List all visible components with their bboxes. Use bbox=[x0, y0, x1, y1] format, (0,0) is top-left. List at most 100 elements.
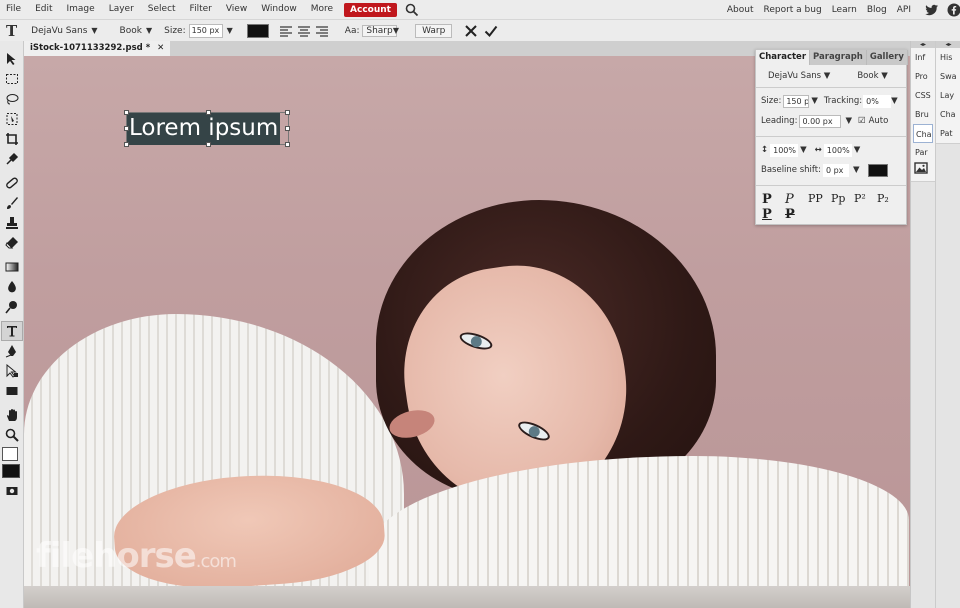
panel-channels[interactable]: Cha bbox=[936, 105, 960, 124]
about-link[interactable]: About bbox=[722, 5, 759, 15]
menu-layer[interactable]: Layer bbox=[102, 0, 141, 19]
brush-tool[interactable] bbox=[1, 193, 23, 213]
underline-button[interactable]: P bbox=[762, 207, 785, 222]
menu-window[interactable]: Window bbox=[254, 0, 304, 19]
cp-font-family-select[interactable]: DejaVu Sans ▼ bbox=[768, 71, 830, 81]
color-swatches[interactable] bbox=[1, 447, 23, 481]
background-color[interactable] bbox=[2, 464, 20, 478]
all-caps-button[interactable]: PP bbox=[808, 192, 831, 207]
faux-bold-button[interactable]: P bbox=[762, 192, 785, 207]
zoom-tool[interactable] bbox=[1, 425, 23, 445]
blur-tool[interactable] bbox=[1, 277, 23, 297]
twitter-icon[interactable] bbox=[920, 3, 938, 17]
panel-info[interactable]: Inf bbox=[911, 48, 935, 67]
panel-character[interactable]: Cha bbox=[913, 124, 933, 143]
text-color-swatch[interactable] bbox=[246, 23, 269, 38]
font-size-input[interactable]: 150 px bbox=[188, 23, 223, 38]
transform-handle[interactable] bbox=[124, 110, 129, 115]
superscript-button[interactable]: P² bbox=[854, 192, 877, 207]
cp-baseline-input[interactable]: 0 px bbox=[822, 163, 849, 177]
quick-mask-button[interactable] bbox=[1, 481, 23, 501]
dodge-tool[interactable] bbox=[1, 297, 23, 317]
strikethrough-button[interactable]: P bbox=[785, 207, 808, 222]
pen-tool[interactable] bbox=[1, 341, 23, 361]
account-button[interactable]: Account bbox=[344, 2, 397, 17]
cp-font-style-select[interactable]: Book ▼ bbox=[857, 71, 887, 81]
menu-more[interactable]: More bbox=[304, 0, 340, 19]
learn-link[interactable]: Learn bbox=[827, 5, 862, 15]
transform-handle[interactable] bbox=[285, 126, 290, 131]
cancel-icon[interactable] bbox=[464, 24, 478, 38]
move-tool[interactable] bbox=[1, 49, 23, 69]
api-link[interactable]: API bbox=[892, 5, 916, 15]
panel-swatches[interactable]: Swa bbox=[936, 67, 960, 86]
warp-button[interactable]: Warp bbox=[415, 23, 453, 38]
stamp-tool[interactable] bbox=[1, 213, 23, 233]
cp-vscale-input[interactable]: 100% bbox=[770, 143, 799, 157]
path-select-tool[interactable] bbox=[1, 361, 23, 381]
transform-handle[interactable] bbox=[124, 126, 129, 131]
panel-properties[interactable]: Pro bbox=[911, 67, 935, 86]
menu-filter[interactable]: Filter bbox=[183, 0, 219, 19]
panel-paths[interactable]: Pat bbox=[936, 124, 960, 143]
cp-leading-dropdown[interactable]: ▼ bbox=[845, 116, 852, 126]
cp-color-swatch[interactable] bbox=[867, 163, 888, 177]
font-size-field[interactable]: Size: 150 px ▼ bbox=[164, 23, 233, 38]
lasso-tool[interactable] bbox=[1, 89, 23, 109]
panel-css[interactable]: CSS bbox=[911, 86, 935, 105]
cp-vscale-dropdown[interactable]: ▼ bbox=[800, 145, 807, 155]
panel-layers[interactable]: Lay bbox=[936, 86, 960, 105]
text-layer-box[interactable]: Lorem ipsum bbox=[124, 110, 290, 147]
font-family-select[interactable]: DejaVu Sans ▼ bbox=[31, 26, 97, 36]
blog-link[interactable]: Blog bbox=[862, 5, 892, 15]
menu-image[interactable]: Image bbox=[60, 0, 102, 19]
report-bug-link[interactable]: Report a bug bbox=[758, 5, 826, 15]
eraser-tool[interactable] bbox=[1, 233, 23, 253]
eyedropper-tool[interactable] bbox=[1, 149, 23, 169]
align-right-icon[interactable] bbox=[315, 25, 329, 37]
marquee-tool[interactable] bbox=[1, 69, 23, 89]
tab-paragraph[interactable]: Paragraph bbox=[810, 50, 867, 65]
transform-handle[interactable] bbox=[206, 142, 211, 147]
subscript-button[interactable]: P₂ bbox=[877, 192, 900, 207]
panel-history[interactable]: His bbox=[936, 48, 960, 67]
menu-select[interactable]: Select bbox=[141, 0, 183, 19]
align-left-icon[interactable] bbox=[279, 25, 293, 37]
document-tab[interactable]: iStock-1071133292.psd * ✕ bbox=[24, 41, 171, 56]
facebook-icon[interactable] bbox=[942, 3, 960, 17]
healing-tool[interactable] bbox=[1, 173, 23, 193]
gradient-tool[interactable] bbox=[1, 257, 23, 277]
collapse-arrows-icon[interactable]: ◂▸ bbox=[911, 41, 935, 48]
foreground-color[interactable] bbox=[2, 447, 18, 461]
panel-brush[interactable]: Bru bbox=[911, 105, 935, 124]
menu-edit[interactable]: Edit bbox=[28, 0, 59, 19]
cp-tracking-input[interactable]: 0% bbox=[863, 94, 892, 108]
cp-size-dropdown[interactable]: ▼ bbox=[811, 96, 818, 106]
cp-hscale-dropdown[interactable]: ▼ bbox=[854, 145, 861, 155]
text-layer-content[interactable]: Lorem ipsum bbox=[127, 113, 281, 145]
cp-baseline-dropdown[interactable]: ▼ bbox=[853, 165, 860, 175]
transform-handle[interactable] bbox=[285, 142, 290, 147]
cp-hscale-input[interactable]: 100% bbox=[823, 143, 852, 157]
transform-handle[interactable] bbox=[206, 110, 211, 115]
menu-file[interactable]: File bbox=[0, 0, 28, 19]
hand-tool[interactable] bbox=[1, 405, 23, 425]
panel-paragraph[interactable]: Par bbox=[911, 143, 935, 162]
antialias-select[interactable]: Aa: Sharp ▼ bbox=[345, 24, 399, 37]
crop-tool[interactable] bbox=[1, 129, 23, 149]
align-center-icon[interactable] bbox=[297, 25, 311, 37]
search-icon[interactable] bbox=[405, 3, 419, 17]
type-tool[interactable] bbox=[1, 321, 23, 341]
cp-tracking-dropdown[interactable]: ▼ bbox=[891, 96, 898, 106]
tab-character[interactable]: Character bbox=[756, 50, 811, 65]
tab-gallery[interactable]: Gallery bbox=[866, 50, 908, 65]
cp-size-input[interactable]: 150 px bbox=[783, 94, 810, 108]
cp-auto-checkbox[interactable]: ☑ bbox=[858, 116, 866, 126]
faux-italic-button[interactable]: P bbox=[785, 192, 808, 207]
commit-icon[interactable] bbox=[484, 24, 498, 38]
transform-handle[interactable] bbox=[124, 142, 129, 147]
font-style-select[interactable]: Book ▼ bbox=[120, 26, 153, 36]
cp-leading-input[interactable]: 0.00 px bbox=[799, 114, 842, 128]
quick-select-tool[interactable] bbox=[1, 109, 23, 129]
shape-tool[interactable] bbox=[1, 381, 23, 401]
